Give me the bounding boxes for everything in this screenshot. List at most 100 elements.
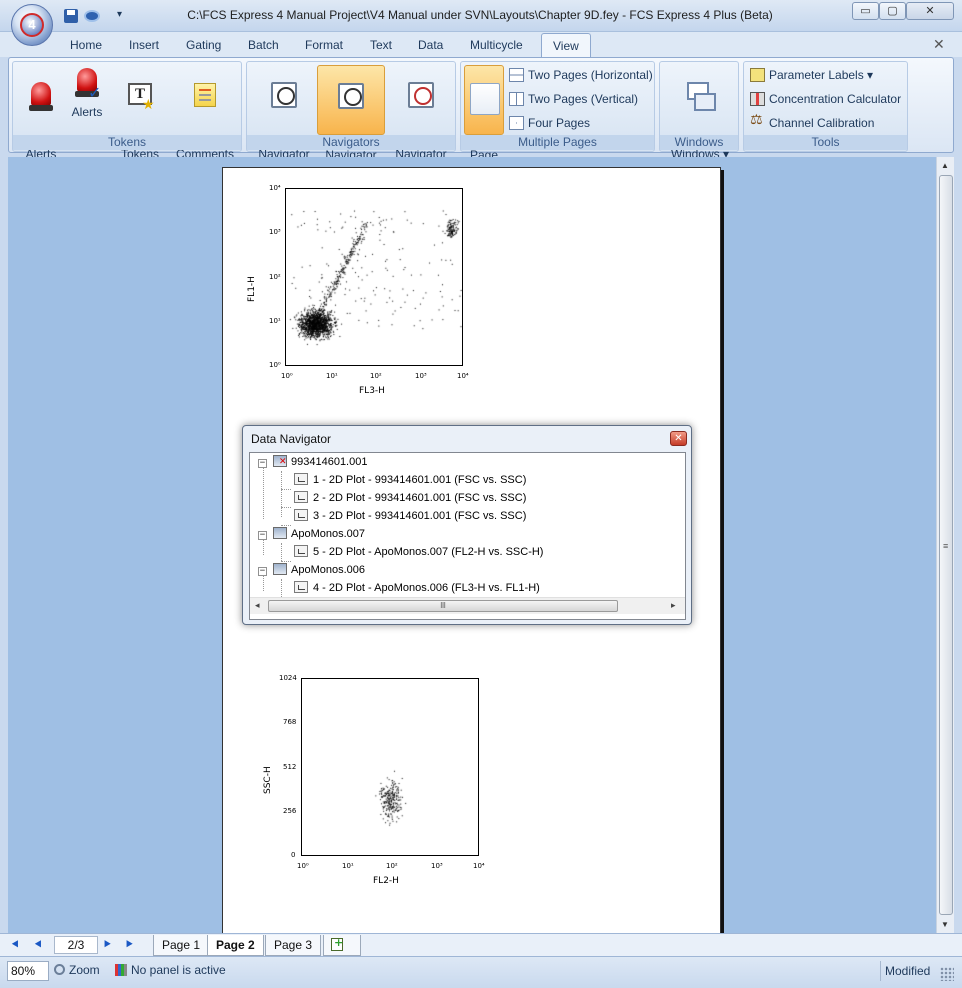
add-page-button[interactable] <box>323 935 361 956</box>
tree-node-plot[interactable]: 4 - 2D Plot - ApoMonos.006 (FL3-H vs. FL… <box>294 579 540 597</box>
collapse-icon[interactable]: − <box>258 459 267 468</box>
tab-home[interactable]: Home <box>70 38 102 52</box>
ribbon-close-icon[interactable]: ✕ <box>933 36 945 53</box>
zoom-button[interactable]: Zoom <box>54 963 100 977</box>
tree-node-plot[interactable]: 3 - 2D Plot - 993414601.001 (FSC vs. SSC… <box>294 507 526 525</box>
last-page-icon[interactable]: ⯈ <box>124 937 134 953</box>
tree-node-plot[interactable]: 2 - 2D Plot - 993414601.001 (FSC vs. SSC… <box>294 489 526 507</box>
tab-multicycle[interactable]: Multicycle <box>470 38 523 52</box>
plot-area <box>301 678 480 857</box>
x-tick: 10² <box>386 862 398 870</box>
scroll-thumb[interactable]: lll <box>268 600 618 612</box>
data-navigator-button[interactable]: Data Navigator <box>317 65 385 162</box>
scroll-down-icon[interactable]: ▼ <box>941 920 949 929</box>
tools-group: Parameter Labels ▾ Concentration Calcula… <box>743 61 908 152</box>
calculator-icon <box>750 92 765 106</box>
scroll-up-icon[interactable]: ▲ <box>941 161 949 170</box>
parameter-labels-icon <box>750 68 765 82</box>
run-alerts-button[interactable]: Run Alerts <box>16 65 66 161</box>
previous-page-icon[interactable]: ⯇ <box>33 937 43 953</box>
tab-view[interactable]: View <box>541 33 591 57</box>
x-tick: 10³ <box>415 372 427 380</box>
tab-text[interactable]: Text <box>370 38 392 52</box>
app-logo-icon: 4 <box>20 13 44 37</box>
two-pages-horizontal-icon <box>509 68 524 82</box>
two-pages-vertical-label: Two Pages (Vertical) <box>528 92 639 106</box>
gate-navigator-button[interactable]: Gate Navigator <box>389 65 453 161</box>
first-page-icon[interactable]: ⯇ <box>10 937 20 953</box>
ribbon-tabs: Home Insert Gating Batch Format Text Dat… <box>0 32 962 57</box>
quick-access-customize-icon[interactable]: ▾ <box>117 9 135 27</box>
tab-data[interactable]: Data <box>418 38 443 52</box>
application-menu-button[interactable]: 4 <box>11 4 53 46</box>
scroll-right-icon[interactable]: ▸ <box>671 600 676 611</box>
tokens-group: Run Alerts ✓ Alerts T★ Custom Tokens Can… <box>12 61 242 161</box>
channel-calibration-button[interactable]: Channel Calibration <box>750 112 874 133</box>
title-bar: ▾ C:\FCS Express 4 Manual Project\V4 Man… <box>0 0 962 32</box>
tab-gating[interactable]: Gating <box>186 38 221 52</box>
one-page-icon <box>469 82 500 115</box>
horizontal-scrollbar[interactable]: ◂ lll ▸ <box>250 597 685 614</box>
collapse-icon[interactable]: − <box>258 567 267 576</box>
plot-fl3-vs-fl1[interactable]: 10⁴ 10³ 10² 10¹ 10⁰ 10⁰ 10¹ 10² 10³ 10⁴ … <box>243 178 473 398</box>
two-pages-horizontal-button[interactable]: Two Pages (Horizontal) <box>509 65 653 85</box>
vertical-scrollbar[interactable]: ▲ ≡ ▼ <box>936 157 954 933</box>
custom-tokens-button[interactable]: T★ Custom Tokens <box>112 65 168 161</box>
tab-format[interactable]: Format <box>305 38 343 52</box>
tree-node-file[interactable]: − ApoMonos.006 <box>258 561 365 579</box>
y-tick: 256 <box>283 807 297 815</box>
y-tick: 512 <box>283 763 297 771</box>
token-icon: T ★ <box>125 81 155 113</box>
one-page-button[interactable]: One Page <box>464 65 504 162</box>
maximize-button[interactable]: ▢ <box>879 2 906 20</box>
next-page-icon[interactable]: ⯈ <box>102 937 112 953</box>
tree-node-label: 3 - 2D Plot - 993414601.001 (FSC vs. SSC… <box>313 510 527 522</box>
tree-node-plot[interactable]: 5 - 2D Plot - ApoMonos.007 (FL2-H vs. SS… <box>294 543 543 561</box>
x-tick: 10⁰ <box>281 372 293 380</box>
minimize-button[interactable]: ▭ <box>852 2 879 20</box>
tree-node-plot[interactable]: 1 - 2D Plot - 993414601.001 (FSC vs. SSC… <box>294 471 526 489</box>
y-tick: 1024 <box>279 674 297 682</box>
two-pages-vertical-button[interactable]: Two Pages (Vertical) <box>509 89 638 109</box>
scroll-thumb[interactable]: ≡ <box>939 175 953 915</box>
page-counter-field[interactable]: 2/3 <box>54 936 98 954</box>
grip-icon: ≡ <box>943 541 949 551</box>
tab-batch[interactable]: Batch <box>248 38 279 52</box>
tab-page-3[interactable]: Page 3 <box>265 935 322 956</box>
alerts-button[interactable]: ✓ Alerts <box>65 65 109 135</box>
navigators-group-label: Navigators <box>247 135 455 150</box>
x-tick: 10¹ <box>326 372 338 380</box>
plot-fl2-vs-ssc[interactable]: 1024 768 512 256 0 10⁰ 10¹ 10² 10³ 10⁴ S… <box>259 668 489 898</box>
concentration-calculator-button[interactable]: Concentration Calculator <box>750 89 901 109</box>
scroll-left-icon[interactable]: ◂ <box>255 600 260 611</box>
tree-node-file[interactable]: − 993414601.001 <box>258 453 367 471</box>
data-tree[interactable]: − 993414601.001 1 - 2D Plot - 993414601.0… <box>249 452 686 620</box>
parameter-labels-button[interactable]: Parameter Labels ▾ <box>750 65 873 85</box>
resize-grip-icon[interactable] <box>940 967 954 981</box>
x-tick: 10³ <box>431 862 443 870</box>
four-pages-label: Four Pages <box>528 116 591 130</box>
tab-insert[interactable]: Insert <box>129 38 159 52</box>
layout-navigator-button[interactable]: Layout Navigator <box>251 65 317 161</box>
close-button[interactable]: ✕ <box>906 2 954 20</box>
tree-node-label: 1 - 2D Plot - 993414601.001 (FSC vs. SSC… <box>313 474 527 486</box>
four-pages-button[interactable]: Four Pages <box>509 113 590 133</box>
data-navigator-dialog[interactable]: Data Navigator ✕ − 993414601.001 1 - 2D P… <box>242 425 692 625</box>
x-axis-title: FL2-H <box>373 876 399 886</box>
ribbon: Run Alerts ✓ Alerts T★ Custom Tokens Can… <box>8 57 954 162</box>
window-title: C:\FCS Express 4 Manual Project\V4 Manua… <box>187 8 773 22</box>
preview-icon[interactable] <box>83 7 101 25</box>
dialog-close-button[interactable]: ✕ <box>670 431 687 446</box>
scale-icon <box>750 112 765 130</box>
switch-windows-button[interactable]: Switch Windows ▾ <box>666 65 734 161</box>
file-error-icon <box>273 455 287 467</box>
save-icon[interactable] <box>62 7 80 25</box>
canned-comments-button[interactable]: Canned Comments <box>171 65 239 161</box>
status-bar: 80% Zoom No panel is active Modified <box>0 956 962 988</box>
tab-page-2[interactable]: Page 2 <box>207 935 264 956</box>
zoom-field[interactable]: 80% <box>7 961 49 981</box>
tab-page-1[interactable]: Page 1 <box>153 935 210 956</box>
tree-node-label: ApoMonos.007 <box>291 528 365 540</box>
collapse-icon[interactable]: − <box>258 531 267 540</box>
tree-node-file[interactable]: − ApoMonos.007 <box>258 525 365 543</box>
